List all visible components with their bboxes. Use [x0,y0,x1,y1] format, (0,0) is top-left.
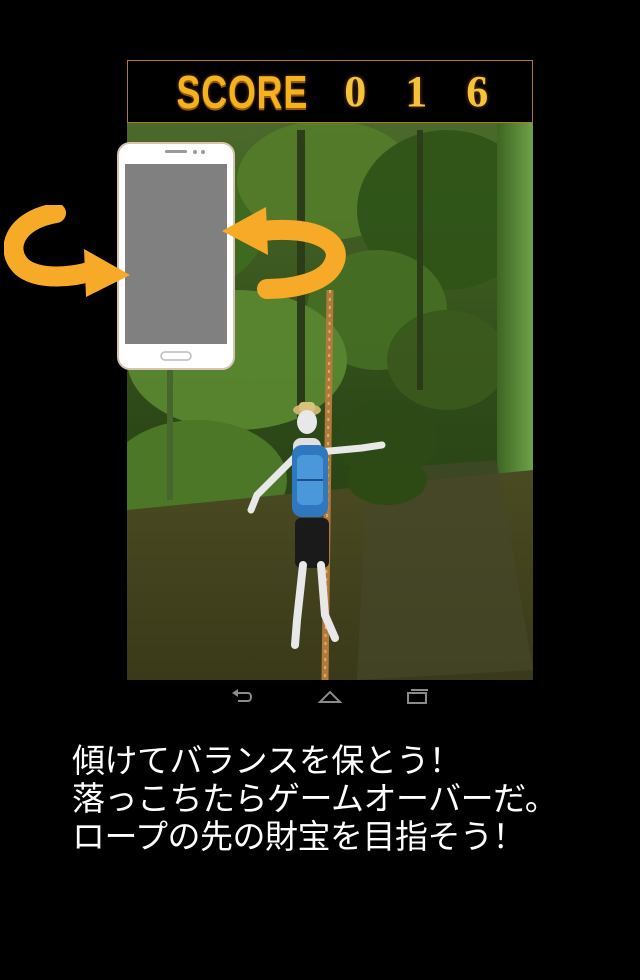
back-icon[interactable] [230,685,256,707]
score-value: 0 1 6 [344,67,503,116]
curved-arrow-left-icon [4,205,130,297]
score-label: SCORE [176,65,308,118]
curved-arrow-right-icon [222,207,346,299]
navigation-bar [127,680,533,714]
instructions-text: 傾けてバランスを保とう！ 落っこちたらゲームオーバーだ。 ロープの先の財宝を目指… [72,742,632,856]
explorer-character [247,402,386,649]
instruction-line: 傾けてバランスを保とう！ [72,741,462,780]
home-icon[interactable] [317,685,343,707]
smartphone-icon [117,142,235,370]
score-display: SCORE 0 1 6 [127,60,533,123]
recents-icon[interactable] [404,685,430,707]
instruction-line: ロープの先の財宝を目指そう！ [72,817,526,856]
instruction-line: 落っこちたらゲームオーバーだ。 [72,779,558,818]
